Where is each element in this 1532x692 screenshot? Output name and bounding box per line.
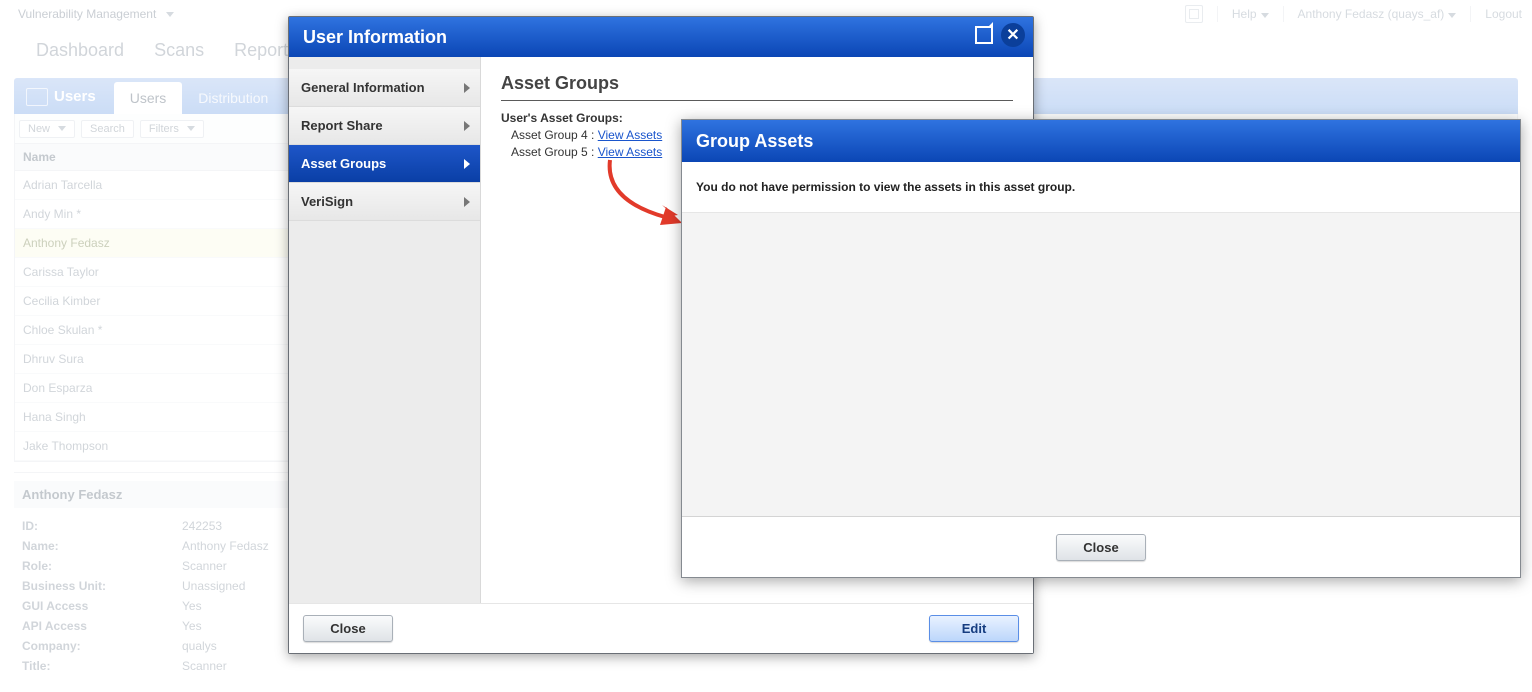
pin-icon[interactable] [1185, 5, 1203, 23]
group-assets-dialog: Group Assets You do not have permission … [681, 119, 1521, 578]
close-button[interactable]: Close [303, 615, 393, 642]
tab-distribution[interactable]: Distribution [182, 82, 284, 114]
new-button[interactable]: New [19, 120, 75, 138]
close-icon[interactable]: ✕ [1001, 23, 1025, 47]
asset-group-label: Asset Group 4 : [511, 128, 598, 142]
detail-value: Scanner [182, 659, 227, 673]
side-nav: General InformationReport ShareAsset Gro… [289, 57, 481, 603]
detail-value: Anthony Fedasz [182, 539, 269, 553]
users-icon [26, 88, 48, 106]
detail-value: 242253 [182, 519, 222, 533]
chevron-down-icon [1448, 13, 1456, 18]
app-selector[interactable]: Vulnerability Management [10, 5, 182, 23]
dialog-footer: Close Edit [289, 603, 1033, 653]
search-button[interactable]: Search [81, 120, 134, 138]
detail-value: Yes [182, 599, 202, 613]
detail-key: Title: [22, 659, 182, 673]
asset-group-label: Asset Group 5 : [511, 145, 598, 159]
dialog-titlebar[interactable]: User Information ✕ [289, 17, 1033, 57]
chevron-down-icon [166, 12, 174, 17]
detail-value: Yes [182, 619, 202, 633]
detail-key: API Access [22, 619, 182, 633]
sidebar-item[interactable]: VeriSign [289, 183, 480, 221]
close-button[interactable]: Close [1056, 534, 1146, 561]
dialog-footer: Close [682, 517, 1520, 577]
chevron-right-icon [464, 159, 470, 169]
tab-users[interactable]: Users [114, 82, 183, 114]
detail-key: Company: [22, 639, 182, 653]
section-title: Users [54, 88, 96, 105]
chevron-right-icon [464, 197, 470, 207]
dialog-title-text: User Information [303, 27, 447, 48]
detail-key: Name: [22, 539, 182, 553]
filters-button[interactable]: Filters [140, 120, 204, 138]
nav-dashboard[interactable]: Dashboard [36, 40, 124, 61]
content-heading: Asset Groups [501, 73, 1013, 94]
sidebar-item[interactable]: Report Share [289, 107, 480, 145]
detail-value: qualys [182, 639, 217, 653]
chevron-down-icon [187, 126, 195, 131]
detail-key: Business Unit: [22, 579, 182, 593]
chevron-right-icon [464, 83, 470, 93]
app-name-label: Vulnerability Management [18, 7, 156, 21]
dialog-title-text: Group Assets [696, 131, 813, 152]
logout-link[interactable]: Logout [1485, 7, 1522, 21]
sidebar-item[interactable]: General Information [289, 69, 480, 107]
permission-message: You do not have permission to view the a… [682, 162, 1520, 213]
help-link[interactable]: Help [1232, 7, 1269, 21]
edit-button[interactable]: Edit [929, 615, 1019, 642]
view-assets-link[interactable]: View Assets [598, 128, 662, 142]
chevron-right-icon [464, 121, 470, 131]
dialog-body: You do not have permission to view the a… [682, 162, 1520, 517]
dialog-titlebar[interactable]: Group Assets [682, 120, 1520, 162]
nav-scans[interactable]: Scans [154, 40, 204, 61]
current-user-link[interactable]: Anthony Fedasz (quays_af) [1298, 7, 1457, 21]
sidebar-item[interactable]: Asset Groups [289, 145, 480, 183]
popout-icon[interactable] [975, 26, 993, 44]
view-assets-link[interactable]: View Assets [598, 145, 662, 159]
detail-value: Scanner [182, 559, 227, 573]
detail-value: Unassigned [182, 579, 245, 593]
chevron-down-icon [1261, 13, 1269, 18]
chevron-down-icon [58, 126, 66, 131]
detail-row: Title:Scanner [14, 656, 1518, 676]
detail-key: Role: [22, 559, 182, 573]
detail-key: GUI Access [22, 599, 182, 613]
detail-key: ID: [22, 519, 182, 533]
